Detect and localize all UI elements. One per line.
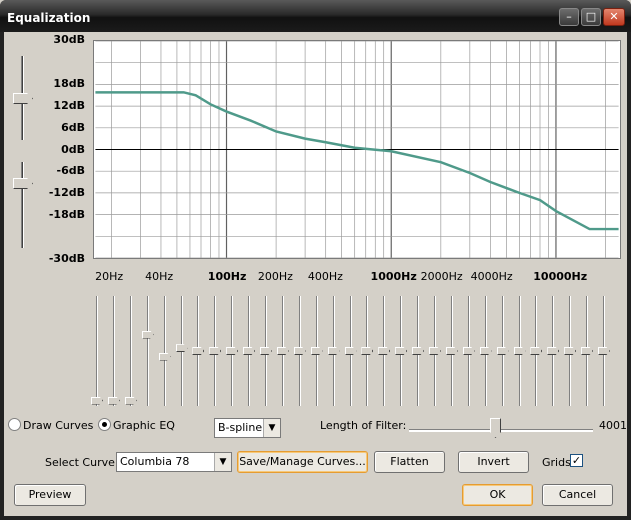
select-curve-value: Columbia 78 [120,455,190,468]
eq-band-thumb[interactable] [530,347,543,355]
eq-band-thumb[interactable] [361,347,374,355]
title-bar[interactable]: Equalization – □ ✕ [0,0,631,32]
filter-length-value: 4001 [599,419,627,432]
db-tick-label: -18dB [48,208,85,222]
eq-band-thumb[interactable] [141,330,154,339]
graphic-eq-label: Graphic EQ [113,419,175,432]
min-db-slider-track[interactable] [21,162,24,248]
hz-tick-label: 4000Hz [470,270,513,283]
eq-band-thumb[interactable] [581,347,594,355]
select-curve-dropdown[interactable]: Columbia 78 ▼ [116,452,232,472]
eq-band-thumb[interactable] [496,347,509,355]
eq-band-thumb[interactable] [412,347,425,355]
chevron-down-icon: ▼ [263,419,280,437]
hz-tick-label: 10000Hz [533,270,588,283]
graphic-eq-radio[interactable] [98,418,111,431]
eq-band-thumb[interactable] [445,347,458,355]
filter-length-slider-thumb[interactable] [490,418,501,438]
eq-band-thumb[interactable] [547,347,560,355]
grids-label: Grids [542,456,571,469]
eq-graph[interactable] [93,40,621,259]
eq-band-thumb[interactable] [192,347,205,355]
max-db-slider-thumb[interactable] [13,93,33,104]
hz-tick-label: 2000Hz [420,270,463,283]
eq-band-track[interactable] [146,296,149,406]
preview-button[interactable]: Preview [14,484,86,506]
eq-band-thumb[interactable] [107,396,120,405]
eq-band-thumb[interactable] [260,347,272,355]
eq-band-thumb[interactable] [175,344,188,353]
hz-tick-label: 1000Hz [370,270,417,283]
eq-band-track[interactable] [112,296,115,406]
min-db-slider-thumb[interactable] [13,178,33,189]
eq-band-thumb[interactable] [513,347,526,355]
eq-band-track[interactable] [129,296,132,406]
invert-button[interactable]: Invert [458,451,529,473]
db-tick-label: -6dB [56,164,85,178]
chevron-down-icon: ▼ [214,453,231,471]
eq-band-thumb[interactable] [378,347,391,355]
db-tick-label: 0dB [61,142,85,156]
flatten-button[interactable]: Flatten [374,451,445,473]
db-tick-label: 30dB [53,33,85,46]
db-tick-label: 6dB [61,120,85,134]
window-title: Equalization [7,11,91,25]
db-tick-label: 18dB [53,76,85,90]
draw-curves-radio[interactable] [8,418,21,431]
hz-tick-label: 40Hz [145,270,174,283]
hz-tick-label: 20Hz [95,270,124,283]
hz-tick-label: 400Hz [307,270,343,283]
eq-band-thumb[interactable] [395,347,408,355]
db-tick-label: -12dB [48,186,85,200]
save-manage-curves-button[interactable]: Save/Manage Curves... [237,451,368,473]
maximize-button[interactable]: □ [581,8,601,26]
eq-band-track[interactable] [163,296,166,406]
eq-band-thumb[interactable] [564,347,577,355]
interpolation-value: B-spline [218,421,263,434]
length-of-filter-label: Length of Filter: [320,419,407,432]
hz-tick-label: 100Hz [207,270,247,283]
eq-band-thumb[interactable] [344,347,357,355]
eq-band-thumb[interactable] [293,347,306,355]
eq-band-thumb[interactable] [310,347,323,355]
eq-band-thumb[interactable] [158,352,171,361]
filter-length-slider-track[interactable] [409,429,593,432]
eq-band-thumb[interactable] [327,347,340,355]
eq-band-thumb[interactable] [429,347,441,355]
eq-band-thumb[interactable] [243,347,256,355]
hz-tick-label: 200Hz [257,270,293,283]
dialog-body: 30dB 18dB 12dB 6dB 0dB -6dB -12dB -18dB -30dB 20… [4,32,627,516]
db-tick-label: 12dB [53,98,85,112]
eq-band-thumb[interactable] [209,347,222,355]
eq-band-thumb[interactable] [462,347,475,355]
eq-band-track[interactable] [96,296,98,406]
eq-band-thumb[interactable] [479,347,492,355]
cancel-button[interactable]: Cancel [542,484,613,506]
select-curve-label: Select Curve: [45,456,119,469]
grids-checkbox[interactable]: ✓ [570,454,583,467]
eq-band-thumb[interactable] [91,396,103,405]
draw-curves-label: Draw Curves [23,419,94,432]
eq-band-thumb[interactable] [598,347,610,355]
minimize-button[interactable]: – [559,8,579,26]
ok-button[interactable]: OK [462,484,533,506]
window: Equalization – □ ✕ 30dB 18dB 12dB 6dB 0dB -6d… [0,0,631,520]
interpolation-select[interactable]: B-spline ▼ [214,418,281,438]
close-button[interactable]: ✕ [603,8,625,26]
eq-band-thumb[interactable] [276,347,289,355]
eq-band-thumb[interactable] [124,396,137,405]
db-tick-label: -30dB [48,252,85,265]
eq-band-thumb[interactable] [226,347,239,355]
